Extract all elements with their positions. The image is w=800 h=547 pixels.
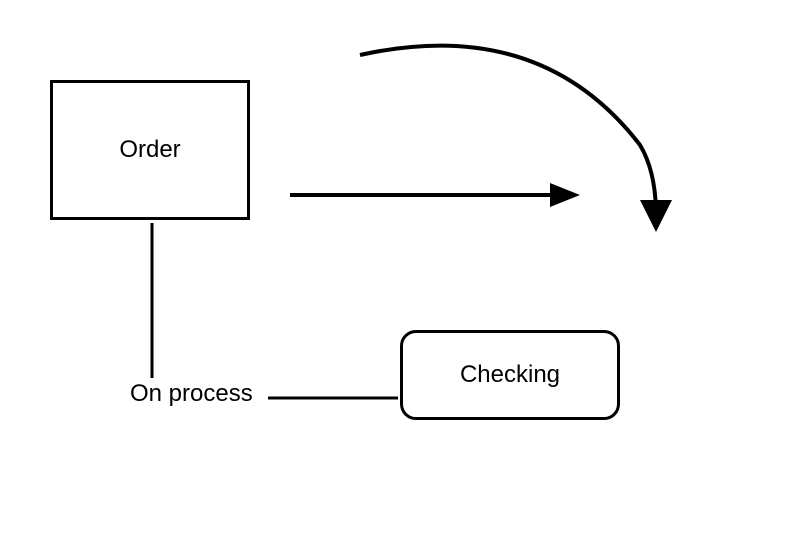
order-label: Order xyxy=(119,136,180,164)
checking-box: Checking xyxy=(400,330,620,420)
curved-arrow-head xyxy=(640,200,672,232)
checking-label: Checking xyxy=(460,361,560,389)
arrow-horizontal-head xyxy=(550,183,580,207)
on-process-label: On process xyxy=(130,380,253,408)
diagram-canvas: Order Checking On process xyxy=(0,0,800,547)
order-box: Order xyxy=(50,80,250,220)
curved-arrow-path xyxy=(360,46,656,210)
